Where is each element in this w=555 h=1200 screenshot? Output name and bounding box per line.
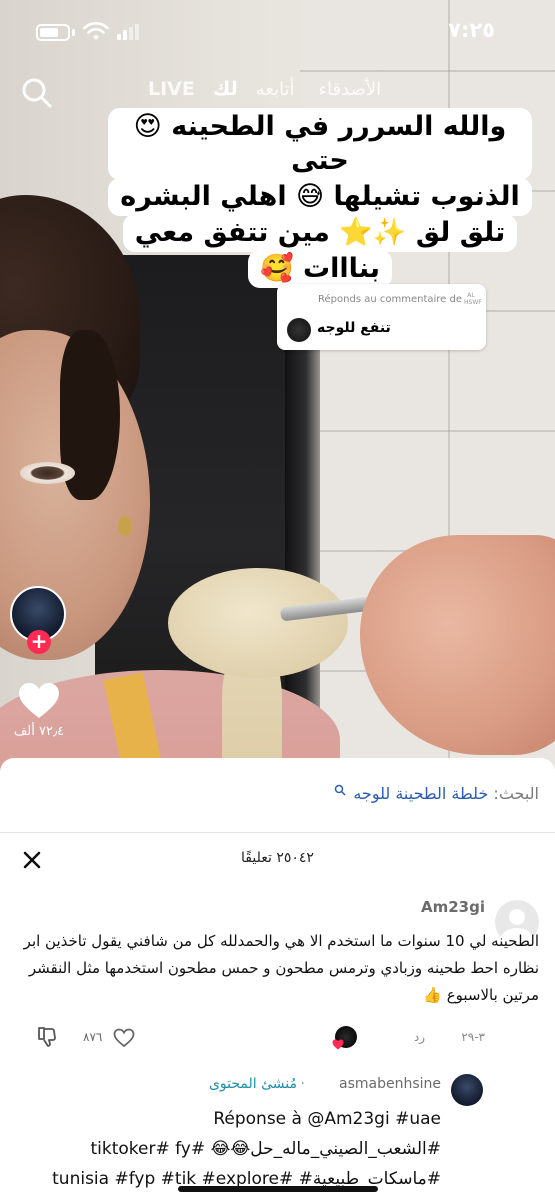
search-icon [335,784,346,796]
eye [20,462,75,484]
feed-tabs: LIVE لك أتابعه الأصدقاء [148,78,381,100]
creator-liked-badge [332,1026,357,1050]
reply-sticker-user: AL HSWF [464,292,482,306]
comment-meta: ٣-٢٩ رد ٨٧٦ [15,1026,485,1052]
comments-header: ٢٥٠٤٢ تعليقًا [0,842,555,878]
creator-badge: مُنشئ المحتوى [208,1076,297,1092]
tab-following[interactable]: أتابعه [256,79,295,100]
comments-count: ٢٥٠٤٢ تعليقًا [241,850,314,866]
comments-sheet: البحث: خلطة الطحينة للوجه ٢٥٠٤٢ تعليقًا … [0,758,555,1200]
comment-like-count: ٨٧٦ [83,1030,103,1044]
search-label: البحث: [493,784,539,803]
video-caption: والله السررر في الطحينه 😍حتى الذنوب تشيل… [108,108,532,288]
status-time: ٧:٢٥ [448,18,495,42]
reply-sticker-text: تنفع للوجه [317,320,391,336]
search-icon[interactable] [20,76,54,110]
wifi-icon [83,22,109,40]
heart-icon[interactable] [18,682,60,720]
heart-icon [332,1039,344,1050]
comment-username[interactable]: Am23gi [421,898,485,916]
caption-line: تلق لق ✨⭐ مين تتفق معي [122,214,518,252]
battery-icon [36,23,70,41]
tab-live[interactable]: LIVE [148,78,195,100]
status-icons [36,22,139,42]
tab-friends[interactable]: الأصدقاء [319,79,382,100]
comment-text: الطحينه لي 10 سنوات ما استخدم الا هي وال… [23,932,539,1004]
follow-plus-icon[interactable]: + [27,630,51,654]
separator-dot: · [300,1076,305,1092]
comment-date: ٣-٢٩ [461,1030,485,1044]
related-search[interactable]: البحث: خلطة الطحينة للوجه [0,758,555,832]
dislike-icon[interactable] [37,1026,57,1048]
comment-username[interactable]: asmabenhsine [339,1076,441,1092]
reply-sticker-label: Réponds au commentaire de [318,294,462,305]
avatar[interactable] [451,1074,483,1106]
reply-sticker-avatar [287,318,311,342]
caption-line: والله السررر في الطحينه 😍حتى [108,108,532,180]
earring [118,516,132,536]
reply-button[interactable]: رد [414,1030,425,1044]
tab-for-you[interactable]: لك [213,78,238,100]
reply-sticker[interactable]: Réponds au commentaire de AL HSWF تنفع ل… [277,284,486,350]
close-icon[interactable] [22,850,42,870]
search-query-link[interactable]: خلطة الطحينة للوجه [353,784,488,803]
comment-text: Réponse à @Am23gi #uae #الشعب_الصيني_مال… [52,1109,441,1189]
heart-outline-icon[interactable] [113,1028,135,1048]
signal-icon [117,24,139,40]
like-count: ٧٢٫٤ ألف [13,724,65,739]
top-nav: LIVE لك أتابعه الأصدقاء [0,70,555,110]
caption-line: الذنوب تشيلها 😅 اهلي البشره [108,178,532,216]
divider [0,832,555,833]
tahini-spoonful [168,568,348,678]
home-indicator[interactable] [178,1186,378,1192]
caption-line: بنااات 🥰 [248,250,392,288]
battery-tip [72,28,75,36]
